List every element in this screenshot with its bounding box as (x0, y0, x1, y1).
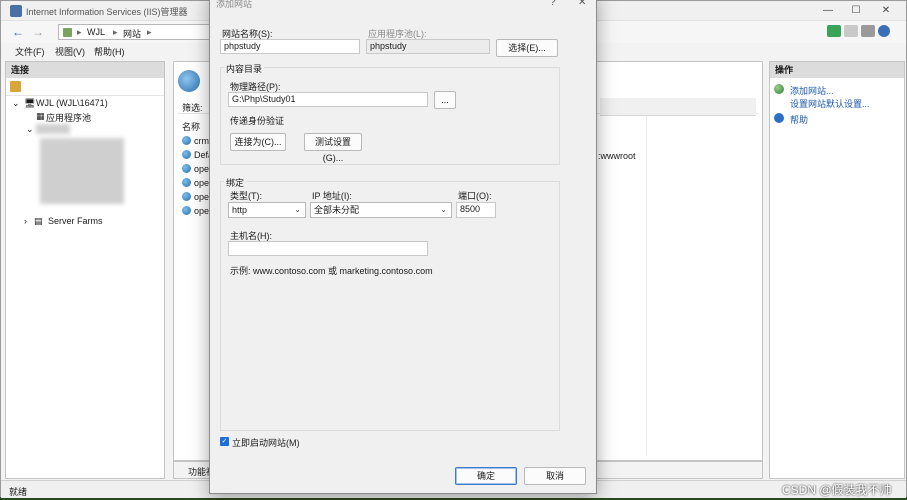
dialog-title: 添加网站 (216, 0, 253, 9)
app-pool-field: phpstudy (366, 39, 490, 54)
ok-button[interactable]: 确定 (455, 467, 517, 485)
site-row[interactable]: oper (182, 164, 212, 174)
site-globe-icon (182, 192, 191, 201)
connections-header: 连接 (6, 62, 164, 78)
dialog-help-icon[interactable]: ? (550, 0, 556, 8)
set-site-defaults-link[interactable]: 设置网站默认设置... (790, 97, 870, 110)
filter-label: 筛选: (182, 103, 203, 113)
type-label: 类型(T): (230, 191, 262, 201)
site-row[interactable]: oper (182, 192, 212, 202)
home-icon[interactable] (861, 25, 875, 37)
type-select[interactable]: http ⌄ (228, 202, 306, 218)
site-path-fragment: :wwwroot (598, 151, 636, 161)
breadcrumb-sites[interactable]: 网站 (123, 27, 141, 40)
server-icon (63, 28, 72, 37)
name-column-header[interactable]: 名称 (182, 120, 200, 133)
chevron-down-icon: ⌄ (294, 205, 301, 214)
window-title: Internet Information Services (IIS)管理器 (26, 7, 188, 17)
app-pools-icon: ▦ (36, 111, 45, 121)
redacted-node (36, 124, 70, 134)
example-text: 示例: www.contoso.com 或 marketing.contoso.… (230, 266, 433, 276)
breadcrumb[interactable]: ▸ WJL ▸ 网站 ▸ (58, 24, 210, 40)
help-icon (774, 113, 784, 123)
iis-app-icon (10, 5, 22, 17)
host-name-input[interactable] (228, 241, 428, 256)
watermark-text: CSDN @假装我不帅 (782, 483, 892, 497)
breadcrumb-separator-icon: ▸ (147, 27, 152, 37)
add-site-icon (774, 84, 784, 94)
binding-title: 绑定 (224, 176, 247, 189)
site-globe-icon (182, 136, 191, 145)
tree-server-farms[interactable]: Server Farms (48, 216, 103, 226)
browse-path-button[interactable]: ... (434, 91, 456, 109)
content-directory-title: 内容目录 (224, 62, 265, 75)
breadcrumb-server[interactable]: WJL (87, 27, 105, 37)
minimize-button[interactable]: — (814, 3, 842, 19)
column-header-strip (600, 98, 756, 116)
help-link[interactable]: 帮助 (790, 113, 808, 126)
close-button[interactable]: ✕ (872, 3, 900, 19)
back-arrow-icon[interactable]: ← (9, 24, 27, 40)
passthrough-auth-label: 传递身份验证 (230, 116, 285, 126)
ip-select-value: 全部未分配 (314, 205, 360, 215)
test-settings-button[interactable]: 测试设置(G)... (304, 133, 362, 163)
port-label: 端口(O): (458, 191, 492, 201)
connect-icon[interactable] (827, 25, 841, 37)
add-site-link[interactable]: 添加网站... (790, 84, 834, 97)
connect-as-button[interactable]: 连接为(C)... (230, 133, 286, 151)
toolbar-icons (827, 25, 893, 39)
site-globe-icon (182, 150, 191, 159)
connections-panel: 连接 ⌄ 🖥 WJL (WJL\16471) ▦ 应用程序池 ⌄ › ▤ Ser… (5, 61, 165, 479)
menu-help[interactable]: 帮助(H) (94, 45, 125, 58)
new-connection-icon[interactable] (10, 81, 21, 92)
site-name-input[interactable]: phpstudy (220, 39, 360, 54)
site-globe-icon (182, 178, 191, 187)
tree-app-pools[interactable]: 应用程序池 (46, 111, 91, 124)
maximize-button[interactable]: ☐ (842, 3, 870, 19)
site-row[interactable]: oper (182, 206, 212, 216)
forward-arrow-icon[interactable]: → (29, 24, 47, 40)
sites-globe-icon (178, 70, 200, 92)
binding-group (220, 181, 560, 431)
expand-chevron-icon[interactable]: ⌄ (26, 124, 34, 135)
site-row[interactable]: oper (182, 178, 212, 188)
site-globe-icon (182, 206, 191, 215)
redacted-site-list (40, 138, 124, 204)
physical-path-input[interactable]: G:\Php\Study01 (228, 92, 428, 107)
menu-file[interactable]: 文件(F) (15, 45, 45, 58)
column-divider (646, 116, 647, 456)
start-site-label[interactable]: 立即启动网站(M) (232, 436, 300, 449)
server-node-icon: 🖥 (24, 98, 36, 108)
cancel-button[interactable]: 取消 (524, 467, 586, 485)
breadcrumb-separator-icon: ▸ (113, 27, 118, 37)
dialog-close-icon[interactable]: ✕ (578, 0, 586, 8)
menu-view[interactable]: 视图(V) (55, 45, 85, 58)
breadcrumb-separator-icon: ▸ (77, 27, 82, 37)
type-select-value: http (232, 205, 248, 215)
chevron-down-icon: ⌄ (440, 205, 447, 214)
stop-icon[interactable] (844, 25, 858, 37)
site-globe-icon (182, 164, 191, 173)
connections-toolbar (6, 78, 164, 96)
port-input[interactable]: 8500 (456, 202, 496, 218)
add-website-dialog: 添加网站 ? ✕ 网站名称(S): phpstudy 应用程序池(L): php… (209, 0, 597, 494)
help-icon[interactable] (878, 25, 890, 37)
server-farms-icon: ▤ (34, 216, 43, 226)
actions-header: 操作 (770, 62, 904, 78)
dialog-titlebar: 添加网站 ? ✕ (210, 0, 596, 11)
tree-server-node[interactable]: WJL (WJL\16471) (36, 98, 108, 108)
expand-chevron-icon[interactable]: ⌄ (12, 98, 20, 109)
status-text: 就绪 (9, 487, 28, 497)
ip-address-label: IP 地址(I): (312, 191, 352, 201)
select-app-pool-button[interactable]: 选择(E)... (496, 39, 558, 57)
start-site-checkbox[interactable]: ✓ (220, 437, 229, 446)
ip-address-select[interactable]: 全部未分配 ⌄ (310, 202, 452, 218)
collapse-chevron-icon[interactable]: › (24, 216, 27, 226)
actions-panel: 操作 添加网站... 设置网站默认设置... 帮助 (769, 61, 905, 479)
